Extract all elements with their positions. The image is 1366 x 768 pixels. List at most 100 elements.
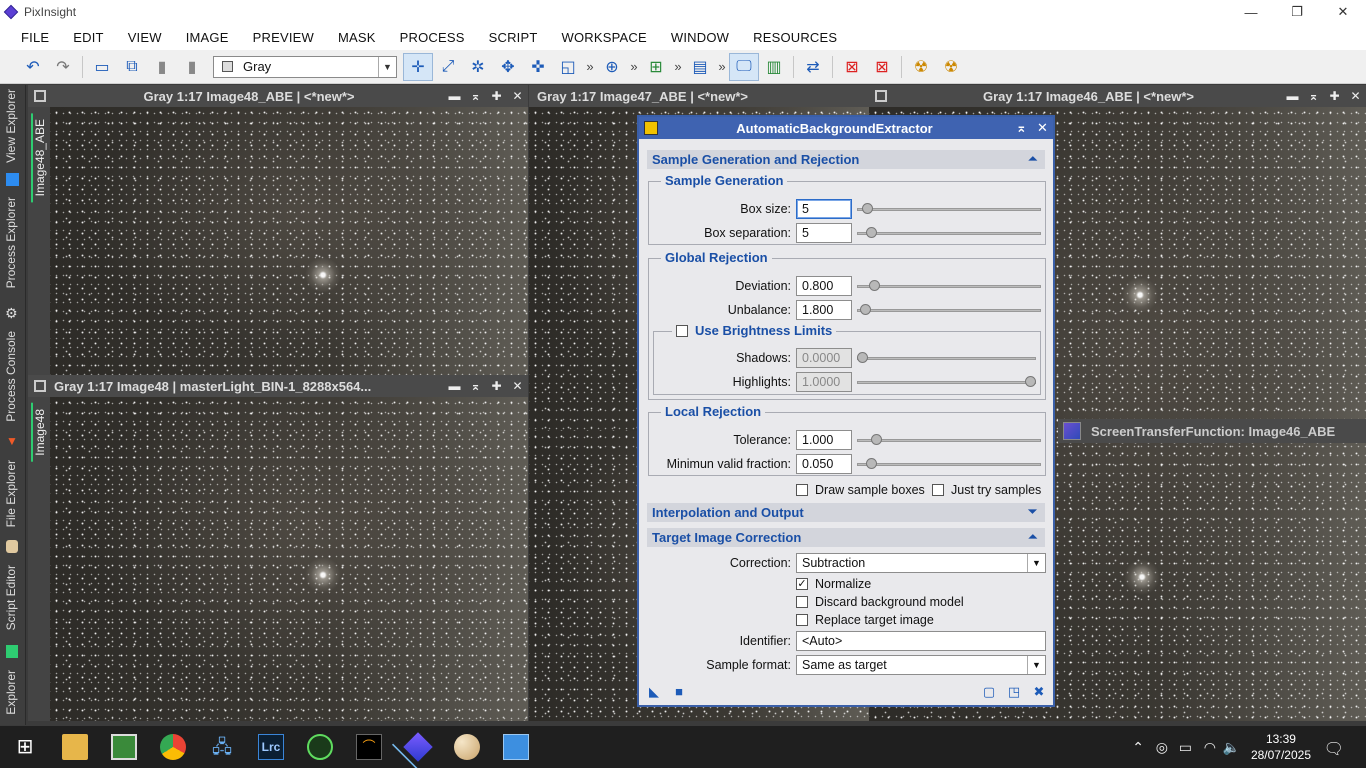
box-size-input[interactable]: 5 [796,199,852,219]
tab-process-explorer[interactable]: Process Explorer [0,197,26,307]
close-button[interactable]: ✕ [1032,120,1053,136]
view-selector[interactable]: Gray ▼ [213,55,397,78]
browse-documentation-icon[interactable]: ▢ [982,685,996,699]
zoom-fit-icon[interactable]: ⤢ [433,53,463,81]
lightroom-icon[interactable]: Lrc [258,734,284,760]
shade-button[interactable]: ▬ [1282,89,1303,103]
collapse-button[interactable]: ⌅ [1011,120,1032,136]
notification-icon[interactable]: 🗨 [1324,739,1344,759]
draw-sample-boxes-checkbox[interactable]: Draw sample boxes [796,483,925,497]
copy-icon[interactable]: ▮ [147,53,177,81]
readout-mode-icon[interactable]: ✛ [403,52,433,81]
move-icon[interactable]: ✥ [493,53,523,81]
sample-format-select[interactable]: Same as target ▼ [796,655,1046,675]
toolbar-more-icon[interactable]: » [715,59,729,74]
reset-icon[interactable]: ◳ [1007,685,1021,699]
toolbar-more-icon[interactable]: » [583,59,597,74]
new-instance-icon[interactable]: ◣ [647,685,661,699]
clock[interactable]: 13:39 28/07/2025 [1251,731,1311,763]
apply-global-icon[interactable]: ■ [672,685,686,699]
replace-target-checkbox[interactable]: Replace target image [796,613,934,627]
deviation-input[interactable]: 0.800 [796,276,852,296]
new-preview-icon[interactable]: ⊞ [641,53,671,81]
min-valid-slider[interactable] [857,454,1041,474]
shade-button[interactable]: ▬ [444,89,465,103]
box-separation-input[interactable]: 5 [796,223,852,243]
unbalance-slider[interactable] [857,300,1041,320]
windows-start-icon[interactable]: ⊞ [12,734,38,760]
crop-icon[interactable]: ◱ [553,53,583,81]
image-window-image48[interactable]: Gray 1:17 Image48 | masterLight_BIN-1_82… [28,375,528,721]
view-tab[interactable]: Image48 [28,397,50,721]
window-title-bar[interactable]: Gray 1:17 Image46_ABE | <*new*> ▬ ⌅ ✚ ✕ [869,85,1366,107]
histogram-icon[interactable]: ▥ [759,53,789,81]
maximize-button[interactable]: ✚ [1324,89,1345,103]
new-image-icon[interactable]: ▭ [87,53,117,81]
identifier-input[interactable]: <Auto> [796,631,1046,651]
menu-file[interactable]: FILE [9,30,61,45]
tolerance-slider[interactable] [857,430,1041,450]
menu-script[interactable]: SCRIPT [477,30,550,45]
menu-mask[interactable]: MASK [326,30,388,45]
close-button[interactable]: ✕ [1320,0,1366,24]
screen-icon[interactable]: 🖵 [729,52,759,81]
section-target-image-correction[interactable]: Target Image Correction ⏶ [647,528,1045,547]
link-icon[interactable]: ⇄ [798,53,828,81]
paste-icon[interactable]: ▮ [177,53,207,81]
tab-script-editor[interactable]: Script Editor [0,565,26,645]
slider-thumb[interactable] [860,304,871,315]
collapse-button[interactable]: ⌅ [1303,89,1324,103]
slider-thumb[interactable] [869,280,880,291]
window-title-bar[interactable]: Gray 1:17 Image47_ABE | <*new*> [529,85,869,107]
undo-icon[interactable]: ↶ [18,53,48,81]
slider-thumb[interactable] [866,458,877,469]
chrome-icon[interactable] [160,734,186,760]
maximize-button[interactable]: ❐ [1274,0,1320,24]
dialog-title-bar[interactable]: AutomaticBackgroundExtractor ⌅ ✕ [639,117,1053,139]
deviation-slider[interactable] [857,276,1041,296]
collapse-button[interactable]: ⌅ [465,379,486,393]
shade-button[interactable]: ▬ [444,379,465,393]
menu-preview[interactable]: PREVIEW [241,30,326,45]
auto-stretch-icon[interactable]: ☢ [936,53,966,81]
section-sample-generation-rejection[interactable]: Sample Generation and Rejection ⏶ [647,150,1045,169]
tolerance-input[interactable]: 1.000 [796,430,852,450]
menu-resources[interactable]: RESOURCES [741,30,849,45]
media-app-icon[interactable] [307,734,333,760]
network-app-icon[interactable]: 🖧 [209,734,235,760]
menu-image[interactable]: IMAGE [174,30,241,45]
slider-thumb[interactable] [866,227,877,238]
section-interpolation-output[interactable]: Interpolation and Output ⏷ [647,503,1045,522]
mask-icon[interactable]: ⊠ [837,53,867,81]
center-icon[interactable]: ✜ [523,53,553,81]
stf-window-title[interactable]: ScreenTransferFunction: Image46_ABE [1058,419,1366,443]
maximize-button[interactable]: ✚ [486,379,507,393]
unbalance-input[interactable]: 1.800 [796,300,852,320]
duplicate-icon[interactable]: ⧉ [117,53,147,81]
toolbar-more-icon[interactable]: » [671,59,685,74]
normalize-checkbox[interactable]: ✓ Normalize [796,577,871,591]
close-button[interactable]: ✕ [507,89,528,103]
tab-file-explorer[interactable]: File Explorer [0,460,26,540]
toolbar-more-icon[interactable]: » [627,59,641,74]
chevron-up-icon[interactable]: ⌃ [1132,739,1144,756]
image-canvas[interactable] [50,107,528,375]
camera-icon[interactable]: ◎ [1156,739,1168,756]
file-explorer-icon[interactable] [62,734,88,760]
paint-icon[interactable] [454,734,480,760]
use-brightness-limits-checkbox[interactable]: Use Brightness Limits [672,323,837,338]
just-try-samples-checkbox[interactable]: Just try samples [932,483,1041,497]
pixinsight-icon[interactable] [403,732,433,762]
mask-remove-icon[interactable]: ⊠ [867,53,897,81]
tab-process-console[interactable]: Process Console [0,331,26,431]
slider-thumb[interactable] [862,203,873,214]
zoom-in-icon[interactable]: ⊕ [597,53,627,81]
slider-thumb[interactable] [871,434,882,445]
volume-icon[interactable]: 🔈 [1223,739,1240,756]
window-title-bar[interactable]: Gray 1:17 Image48 | masterLight_BIN-1_82… [28,375,528,397]
collapse-button[interactable]: ⌅ [465,89,486,103]
maximize-button[interactable]: ✚ [486,89,507,103]
menu-process[interactable]: PROCESS [388,30,477,45]
view-tab[interactable]: Image48_ABE [28,107,50,375]
stf-icon[interactable]: ▤ [685,53,715,81]
